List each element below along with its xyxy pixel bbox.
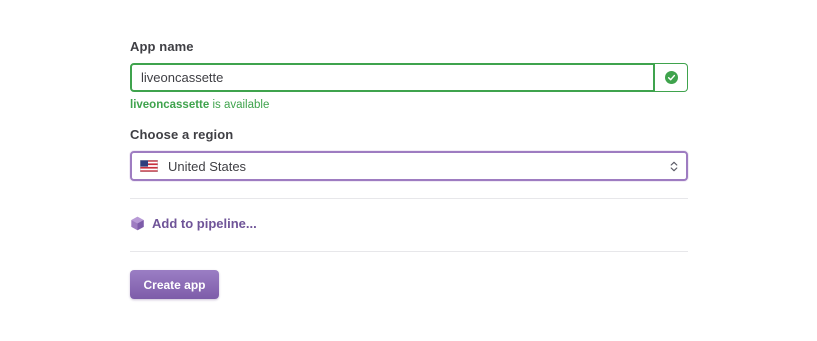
section-divider (130, 198, 688, 199)
region-label: Choose a region (130, 127, 234, 142)
app-name-status-addon (655, 63, 688, 92)
region-selected-value: United States (168, 158, 247, 174)
app-name-input[interactable] (130, 63, 655, 92)
us-flag-icon (140, 160, 158, 172)
region-select[interactable]: United States (130, 151, 688, 181)
select-chevron-icon (670, 161, 678, 172)
section-divider (130, 251, 688, 252)
check-circle-icon (664, 71, 678, 84)
availability-app-name: liveoncassette (130, 99, 210, 111)
pipeline-icon (131, 216, 144, 231)
app-name-input-group (130, 63, 688, 92)
availability-text: is available (209, 99, 270, 111)
app-name-label: App name (130, 39, 194, 54)
create-app-button[interactable]: Create app (130, 270, 219, 299)
add-to-pipeline-link[interactable]: Add to pipeline... (130, 216, 257, 231)
availability-message: liveoncassette is available (130, 99, 269, 111)
add-to-pipeline-label: Add to pipeline... (152, 216, 257, 231)
